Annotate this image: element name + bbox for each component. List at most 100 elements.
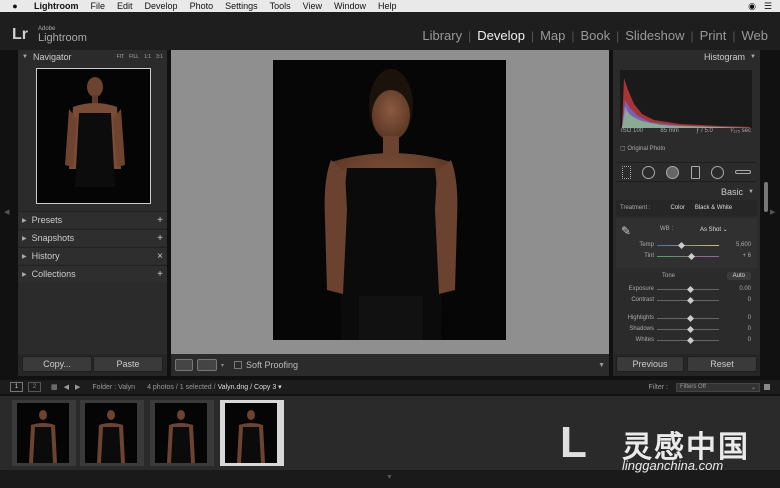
- temp-knob[interactable]: [677, 241, 685, 249]
- whites-value[interactable]: 0: [719, 337, 751, 343]
- list-icon[interactable]: ☰: [764, 1, 772, 12]
- soft-proofing-checkbox[interactable]: [234, 361, 243, 369]
- filmstrip-thumb[interactable]: [150, 400, 214, 466]
- crop-tool-icon[interactable]: [621, 165, 631, 179]
- temp-slider[interactable]: Temp 5,600: [616, 240, 757, 250]
- loupe-view-icon[interactable]: [175, 359, 193, 371]
- menu-help[interactable]: Help: [378, 1, 397, 11]
- shadows-value[interactable]: 0: [719, 326, 751, 332]
- menu-view[interactable]: View: [303, 1, 322, 11]
- second-window-toggle[interactable]: 2: [28, 382, 41, 392]
- wb-eyedropper-icon[interactable]: ✎: [621, 224, 631, 238]
- tint-value[interactable]: + 6: [719, 253, 751, 259]
- zoom-1-1[interactable]: 1:1: [144, 54, 151, 60]
- highlights-knob[interactable]: [686, 314, 695, 322]
- whites-knob[interactable]: [686, 336, 695, 344]
- shadows-knob[interactable]: [686, 325, 695, 333]
- main-window-toggle[interactable]: 1: [10, 382, 23, 392]
- histogram-header[interactable]: Histogram ▼: [613, 50, 760, 64]
- before-after-icon[interactable]: [197, 359, 217, 371]
- treatment-bw[interactable]: Black & White: [695, 205, 732, 211]
- module-web[interactable]: Web: [736, 28, 775, 43]
- right-panel-toggle-icon[interactable]: ▶: [770, 208, 775, 216]
- history-panel-header[interactable]: ▶ History ×: [18, 247, 167, 264]
- forward-arrow-icon[interactable]: ▶: [75, 383, 80, 391]
- menu-file[interactable]: File: [91, 1, 106, 11]
- radial-filter-icon[interactable]: [710, 165, 724, 179]
- exposure-knob[interactable]: [686, 285, 695, 293]
- presets-panel-header[interactable]: ▶ Presets +: [18, 211, 167, 228]
- wb-select[interactable]: As Shot ⌄: [700, 226, 728, 233]
- zoom-3-1[interactable]: 3:1: [156, 54, 163, 60]
- menu-app[interactable]: Lightroom: [34, 1, 79, 11]
- contrast-knob[interactable]: [686, 296, 695, 304]
- copy-button[interactable]: Copy...: [22, 356, 92, 372]
- left-panel: ▼ Navigator FIT FILL 1:1 3:1 ▶ Presets + …: [18, 50, 167, 376]
- menu-tools[interactable]: Tools: [270, 1, 291, 11]
- treatment-color[interactable]: Color: [670, 205, 684, 211]
- paste-button[interactable]: Paste: [93, 356, 163, 372]
- previous-button[interactable]: Previous: [616, 356, 684, 372]
- zoom-fill[interactable]: FILL: [129, 54, 139, 60]
- shutter-value: ¹⁄₁₂₅ sec: [730, 128, 751, 134]
- basic-panel-header[interactable]: Basic ▼: [613, 185, 760, 199]
- filmstrip-thumb[interactable]: [12, 400, 76, 466]
- menu-photo[interactable]: Photo: [190, 1, 214, 11]
- snapshots-panel-header[interactable]: ▶ Snapshots +: [18, 229, 167, 246]
- tint-knob[interactable]: [688, 252, 696, 260]
- histogram[interactable]: [620, 70, 752, 128]
- add-preset-icon[interactable]: +: [157, 215, 163, 226]
- exposure-slider[interactable]: Exposure 0.00: [616, 284, 757, 294]
- image-canvas[interactable]: [171, 50, 609, 354]
- clear-history-icon[interactable]: ×: [157, 251, 163, 262]
- right-panel-scrollbar[interactable]: [764, 182, 768, 212]
- red-eye-icon[interactable]: [666, 165, 680, 179]
- menu-settings[interactable]: Settings: [225, 1, 258, 11]
- collections-panel-header[interactable]: ▶ Collections +: [18, 265, 167, 282]
- folder-label[interactable]: Folder : Valyn: [92, 384, 135, 391]
- filmstrip-thumb-selected[interactable]: [220, 400, 284, 466]
- module-print[interactable]: Print: [694, 28, 733, 43]
- module-library[interactable]: Library: [416, 28, 468, 43]
- temp-value[interactable]: 5,600: [719, 242, 751, 248]
- spot-removal-icon[interactable]: [641, 165, 655, 179]
- navigator-preview[interactable]: [36, 68, 151, 204]
- before-after-dropdown-icon[interactable]: ▾: [221, 362, 224, 369]
- shadows-slider[interactable]: Shadows 0: [616, 324, 757, 334]
- filmstrip-thumb[interactable]: [80, 400, 144, 466]
- highlights-value[interactable]: 0: [719, 315, 751, 321]
- filter-select[interactable]: Filters Off ⌄: [676, 382, 760, 392]
- menu-edit[interactable]: Edit: [117, 1, 133, 11]
- zoom-fit[interactable]: FIT: [117, 54, 125, 60]
- add-snapshot-icon[interactable]: +: [157, 233, 163, 244]
- toolbar-menu-icon[interactable]: ▼: [598, 362, 605, 369]
- back-arrow-icon[interactable]: ◀: [64, 383, 69, 391]
- module-map[interactable]: Map: [534, 28, 571, 43]
- navigator-header[interactable]: ▼ Navigator FIT FILL 1:1 3:1: [18, 50, 167, 64]
- contrast-slider[interactable]: Contrast 0: [616, 295, 757, 305]
- reset-button[interactable]: Reset: [687, 356, 757, 372]
- add-collection-icon[interactable]: +: [157, 269, 163, 280]
- menu-window[interactable]: Window: [334, 1, 366, 11]
- filmstrip-toggle-icon[interactable]: ▼: [386, 474, 393, 481]
- creative-cloud-icon[interactable]: ◉: [748, 1, 756, 12]
- grid-view-icon[interactable]: ▦: [51, 383, 58, 391]
- main-photo[interactable]: [273, 60, 506, 340]
- menu-develop[interactable]: Develop: [145, 1, 178, 11]
- contrast-value[interactable]: 0: [719, 297, 751, 303]
- tint-slider[interactable]: Tint + 6: [616, 251, 757, 261]
- left-panel-toggle-icon[interactable]: ◀: [4, 208, 9, 216]
- whites-slider[interactable]: Whites 0: [616, 335, 757, 345]
- module-develop[interactable]: Develop: [471, 28, 531, 43]
- module-slideshow[interactable]: Slideshow: [619, 28, 690, 43]
- apple-icon[interactable]: ●: [10, 1, 20, 11]
- presets-label: Presets: [31, 215, 63, 225]
- filter-lock-icon[interactable]: [764, 384, 770, 390]
- module-book[interactable]: Book: [574, 28, 616, 43]
- exposure-value[interactable]: 0.00: [719, 286, 751, 292]
- adjustment-brush-icon[interactable]: [735, 170, 752, 174]
- auto-tone-button[interactable]: Auto: [726, 272, 751, 280]
- highlights-slider[interactable]: Highlights 0: [616, 313, 757, 323]
- selected-filename[interactable]: Valyn.dng / Copy 3 ▾: [218, 383, 282, 391]
- graduated-filter-icon[interactable]: [690, 165, 700, 179]
